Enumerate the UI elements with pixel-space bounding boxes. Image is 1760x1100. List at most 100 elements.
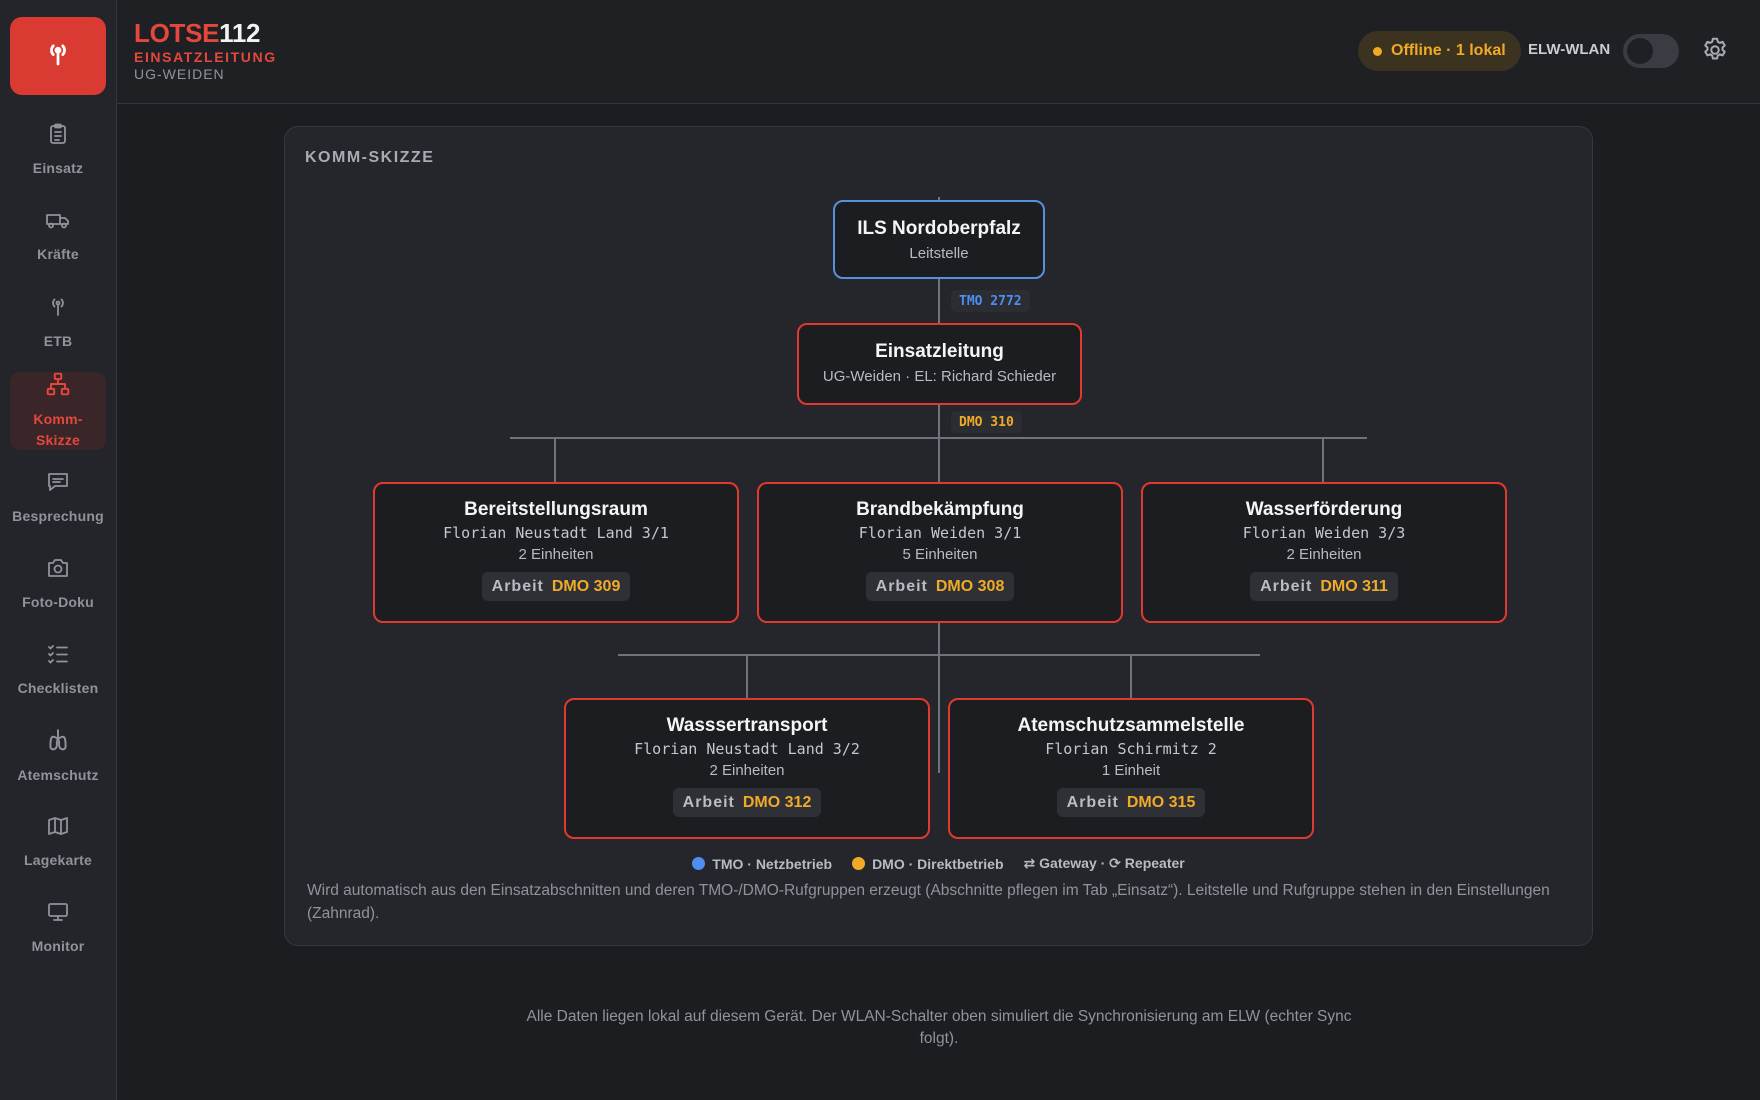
toggle-knob [1627, 38, 1653, 64]
node-title: Brandbekämpfung [856, 499, 1024, 520]
legend-gateway: ⇄ Gateway · ⟳ Repeater [1024, 855, 1185, 872]
node-title: ILS Nordoberpfalz [857, 218, 1021, 239]
sidebar-item-checklisten[interactable]: Checklisten [10, 632, 106, 708]
tmo-tag: TMO 2772 [951, 290, 1030, 312]
sidebar: Einsatz Kräfte ETB Komm- Skizze Besprech… [0, 0, 117, 1100]
node-unit-count: 2 Einheiten [709, 762, 785, 779]
node-leitstelle[interactable]: ILS Nordoberpfalz Leitstelle [833, 200, 1045, 279]
node-callsign: Florian Neustadt Land 3/1 [443, 524, 669, 542]
sync-status-badge: Offline · 1 lokal [1358, 31, 1521, 71]
node-title: Einsatzleitung [875, 341, 1004, 362]
channel-chip: Arbeit DMO 309 [481, 572, 631, 601]
logo-button[interactable] [10, 17, 106, 95]
sidebar-item-etb[interactable]: ETB [10, 284, 106, 360]
sidebar-item-foto-doku[interactable]: Foto-Doku [10, 546, 106, 622]
camera-icon [45, 556, 71, 592]
status-dot-icon [1373, 47, 1382, 56]
node-title: Bereitstellungsraum [464, 499, 648, 520]
chip-label: Arbeit [1066, 793, 1119, 811]
legend-tmo-label: TMO · Netzbetrieb [712, 855, 833, 872]
tmo-dot-icon [692, 857, 706, 870]
monitor-icon [45, 900, 71, 936]
sidebar-item-label: Kräfte [37, 245, 79, 262]
sidebar-item-label: Checklisten [17, 679, 99, 696]
sidebar-item-komm-skizze[interactable]: Komm- Skizze [10, 372, 106, 450]
node-section-atemschutzsammelstelle[interactable]: Atemschutzsammelstelle Florian Schirmitz… [948, 698, 1314, 839]
node-title: Wasserförderung [1245, 499, 1403, 520]
sidebar-item-label: Atemschutz [17, 766, 99, 783]
dmo-dot-icon [852, 857, 866, 870]
app-subtitle: EINSATZLEITUNG [134, 49, 277, 65]
wlan-label: ELW-WLAN [1528, 41, 1611, 58]
sidebar-item-label: Besprechung [12, 507, 104, 524]
brand-number: 112 [219, 18, 261, 48]
node-callsign: Florian Neustadt Land 3/2 [634, 740, 860, 758]
legend-gateway-label: ⇄ Gateway · ⟳ Repeater [1023, 855, 1185, 871]
sidebar-item-lagekarte[interactable]: Lagekarte [10, 804, 106, 880]
sidebar-item-label: ETB [43, 332, 73, 349]
chip-value: DMO 311 [1320, 577, 1388, 595]
sidebar-item-label: Skizze [36, 432, 80, 448]
dmo-tag: DMO 310 [951, 411, 1022, 433]
chip-value: DMO 312 [742, 793, 812, 811]
node-section-brandbekaempfung[interactable]: Brandbekämpfung Florian Weiden 3/1 5 Ein… [757, 482, 1123, 623]
truck-icon [45, 208, 71, 244]
node-title: Wasssertransport [666, 715, 828, 736]
node-title: Atemschutzsammelstelle [1017, 715, 1245, 736]
node-subtitle: Leitstelle [909, 245, 969, 262]
gear-icon[interactable] [1700, 35, 1730, 70]
node-unit-count: 2 Einheiten [518, 546, 594, 563]
brand-name: LOTSE [134, 18, 220, 48]
app-title: LOTSE112 [134, 18, 277, 48]
legend-dmo: DMO · Direktbetrieb [852, 855, 1004, 872]
chip-label: Arbeit [1260, 577, 1313, 595]
sidebar-item-label: Monitor [31, 937, 85, 954]
sidebar-item-atemschutz[interactable]: Atemschutz [10, 718, 106, 794]
chip-value: DMO 309 [551, 577, 621, 595]
legend-dmo-label: DMO · Direktbetrieb [872, 855, 1004, 872]
node-subtitle: UG-Weiden · EL: Richard Schieder [822, 368, 1057, 385]
chip-label: Arbeit [875, 577, 928, 595]
map-icon [45, 814, 71, 850]
komm-skizze-panel: KOMM-SKIZZE ILS Nordoberpfalz Leitstelle… [284, 126, 1593, 946]
top-header: LOTSE112 EINSATZLEITUNG UG-WEIDEN Offlin… [117, 0, 1760, 104]
brand: LOTSE112 EINSATZLEITUNG UG-WEIDEN [134, 18, 277, 83]
antenna-logo-icon [43, 39, 73, 74]
channel-chip: Arbeit DMO 308 [865, 572, 1015, 601]
sidebar-item-label: Lagekarte [24, 851, 92, 868]
info-note: Wird automatisch aus den Einsatzabschnit… [307, 882, 1550, 922]
chip-value: DMO 308 [935, 577, 1005, 595]
chip-value: DMO 315 [1126, 793, 1196, 811]
checklist-icon [45, 642, 71, 678]
unit-name: UG-WEIDEN [134, 66, 225, 82]
node-callsign: Florian Weiden 3/3 [1242, 524, 1406, 542]
sidebar-item-kraefte[interactable]: Kräfte [10, 198, 106, 274]
status-text: Offline · 1 lokal [1391, 42, 1506, 59]
legend: TMO · Netzbetrieb DMO · Direktbetrieb ⇄ … [285, 855, 1592, 872]
antenna-icon [46, 293, 70, 331]
channel-chip: Arbeit DMO 315 [1056, 788, 1206, 817]
node-section-wasserfoerderung[interactable]: Wasserförderung Florian Weiden 3/3 2 Ein… [1141, 482, 1507, 623]
sidebar-item-label: Einsatz [32, 159, 84, 176]
chip-label: Arbeit [491, 577, 544, 595]
sidebar-item-monitor[interactable]: Monitor [10, 890, 106, 966]
node-einsatzleitung[interactable]: Einsatzleitung UG-Weiden · EL: Richard S… [797, 323, 1082, 405]
footer-note: Alle Daten liegen lokal auf diesem Gerät… [526, 1008, 1352, 1047]
node-section-bereitstellungsraum[interactable]: Bereitstellungsraum Florian Neustadt Lan… [373, 482, 739, 623]
clipboard-icon [46, 122, 70, 158]
node-callsign: Florian Weiden 3/1 [858, 524, 1022, 542]
sidebar-item-besprechung[interactable]: Besprechung [10, 460, 106, 536]
channel-chip: Arbeit DMO 312 [672, 788, 822, 817]
node-unit-count: 5 Einheiten [902, 546, 978, 563]
node-callsign: Florian Schirmitz 2 [1045, 740, 1217, 758]
wlan-toggle[interactable] [1623, 34, 1679, 68]
node-unit-count: 2 Einheiten [1286, 546, 1362, 563]
channel-chip: Arbeit DMO 311 [1250, 572, 1398, 601]
sidebar-item-einsatz[interactable]: Einsatz [10, 112, 106, 188]
network-icon [45, 371, 71, 409]
chat-icon [45, 470, 71, 506]
node-section-wasssertransport[interactable]: Wasssertransport Florian Neustadt Land 3… [564, 698, 930, 839]
chip-label: Arbeit [682, 793, 735, 811]
sidebar-item-label: Komm- [33, 411, 83, 427]
legend-tmo: TMO · Netzbetrieb [692, 855, 832, 872]
